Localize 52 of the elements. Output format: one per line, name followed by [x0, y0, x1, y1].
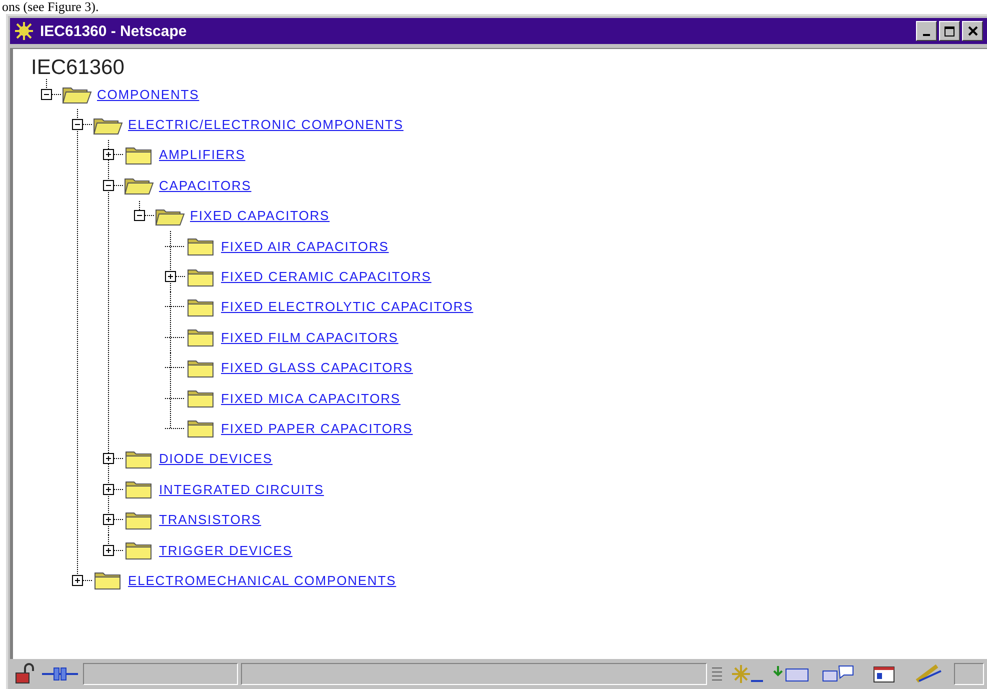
tree-title: IEC61360 — [31, 57, 124, 79]
folder-icon — [123, 448, 154, 469]
collapse-icon[interactable] — [41, 88, 52, 100]
tree-link[interactable]: COMPONENTS — [97, 86, 200, 102]
folder-icon — [185, 327, 216, 348]
tree-link[interactable]: FIXED GLASS CAPACITORS — [221, 360, 413, 376]
folder-icon — [185, 266, 216, 287]
minimize-icon — [923, 34, 930, 36]
tree-link[interactable]: ELECTROMECHANICAL COMPONENTS — [128, 572, 396, 588]
folder-icon — [185, 236, 216, 256]
expand-icon[interactable] — [72, 574, 83, 586]
tree-link[interactable]: FIXED PAPER CAPACITORS — [221, 420, 413, 436]
collapse-icon[interactable] — [103, 180, 114, 191]
expand-icon[interactable] — [103, 484, 114, 495]
folder-icon — [123, 479, 154, 500]
folder-icon — [185, 388, 216, 408]
maximize-icon — [944, 26, 955, 36]
close-icon — [968, 26, 978, 36]
maximize-button[interactable] — [939, 21, 960, 41]
tree-link[interactable]: CAPACITORS — [159, 178, 252, 193]
expand-icon[interactable] — [103, 514, 114, 526]
folder-icon — [123, 510, 154, 530]
close-button[interactable] — [962, 21, 983, 41]
expand-icon[interactable] — [165, 271, 176, 282]
folder-icon — [123, 144, 154, 165]
tree-link[interactable]: AMPLIFIERS — [159, 147, 246, 162]
folder-icon — [185, 358, 216, 378]
folder-icon — [185, 418, 216, 438]
expand-icon[interactable] — [103, 453, 114, 464]
tree-link[interactable]: FIXED CERAMIC CAPACITORS — [221, 269, 432, 284]
tree-link[interactable]: FIXED MICA CAPACITORS — [221, 390, 401, 406]
minimize-button[interactable] — [916, 21, 937, 41]
folder-icon — [123, 540, 154, 560]
folder-icon — [92, 570, 123, 590]
tree-link[interactable]: FIXED FILM CAPACITORS — [221, 330, 398, 345]
tree-link[interactable]: FIXED AIR CAPACITORS — [221, 238, 389, 254]
tree-link[interactable]: ELECTRIC/ELECTRONIC COMPONENTS — [128, 117, 404, 132]
tree-link[interactable]: FIXED ELECTROLYTIC CAPACITORS — [221, 299, 474, 314]
expand-icon[interactable] — [103, 544, 114, 556]
tree-link[interactable]: INTEGRATED CIRCUITS — [159, 482, 324, 497]
tree-link[interactable]: FIXED CAPACITORS — [190, 208, 330, 224]
collapse-icon[interactable] — [72, 119, 83, 130]
expand-icon[interactable] — [103, 149, 114, 160]
window-title: IEC61360 - Netscape — [40, 22, 188, 40]
tree-link[interactable]: TRIGGER DEVICES — [159, 542, 292, 558]
padlock-icon[interactable] — [13, 663, 37, 685]
caption-text: ons (see Figure 3). — [1, 0, 100, 14]
status-panel — [954, 663, 984, 685]
collapse-icon[interactable] — [134, 210, 145, 222]
folder-icon — [185, 296, 216, 317]
tree-link[interactable]: TRANSISTORS — [159, 512, 262, 528]
tree-link[interactable]: DIODE DEVICES — [159, 451, 273, 466]
